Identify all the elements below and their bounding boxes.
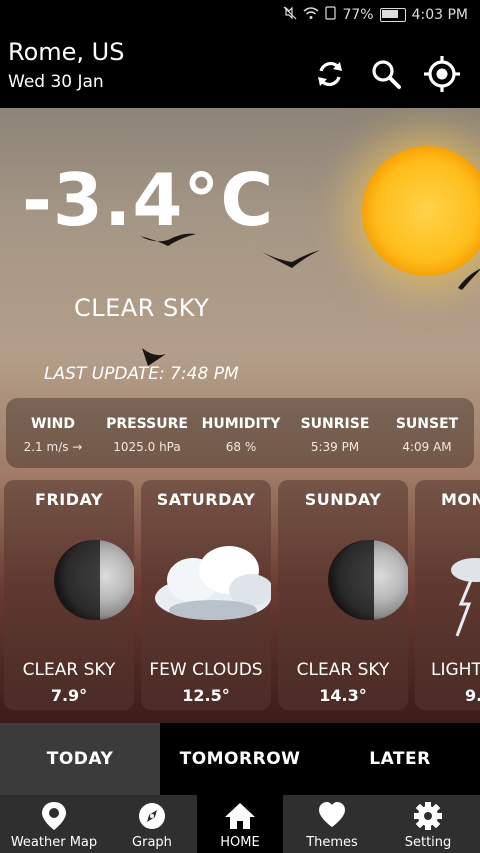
tab-later[interactable]: LATER (320, 723, 480, 795)
stat-sunset: SUNSET 4:09 AM (395, 416, 459, 454)
stat-sunrise: SUNRISE 5:39 PM (300, 416, 370, 454)
nav-weather-map[interactable]: Weather Map (6, 795, 102, 853)
home-icon (225, 803, 255, 829)
forecast-card-saturday[interactable]: SATURDAY FEW CLOUDS 12.5° (141, 480, 271, 710)
battery-percent: 77% (342, 7, 374, 23)
stat-wind: WIND 2.1 m/s → (23, 416, 83, 454)
forecast-card-monday[interactable]: MON LIGHT 9. (415, 480, 480, 710)
battery-icon (379, 8, 406, 22)
bottom-navigation: Weather Map Graph HOME Themes Setting (0, 795, 480, 853)
tab-tomorrow[interactable]: TOMORROW (160, 723, 320, 795)
moon-icon (54, 540, 134, 620)
moon-icon (328, 540, 408, 620)
locate-button[interactable] (422, 54, 462, 94)
gps-target-icon (424, 56, 460, 92)
last-update: LAST UPDATE: 7:48 PM (44, 364, 239, 384)
forecast-card-sunday[interactable]: SUNDAY CLEAR SKY 14.3° (278, 480, 408, 710)
nav-themes[interactable]: Themes (284, 795, 380, 853)
tab-today[interactable]: TODAY (0, 723, 160, 795)
forecast-card-friday[interactable]: FRIDAY CLEAR SKY 7.9° (4, 480, 134, 710)
lightning-icon (451, 558, 480, 637)
sun-icon (362, 146, 480, 276)
refresh-button[interactable] (310, 54, 350, 94)
mute-icon (283, 6, 297, 24)
forecast-list[interactable]: FRIDAY CLEAR SKY 7.9° SATURDAY FEW CLOUD… (0, 480, 480, 712)
stat-humidity: HUMIDITY 68 % (201, 416, 281, 454)
bird-icon (458, 268, 480, 290)
search-button[interactable] (366, 54, 406, 94)
cloud-icon (155, 546, 271, 620)
gear-icon (414, 802, 442, 830)
search-icon (372, 60, 401, 89)
nav-setting[interactable]: Setting (380, 795, 476, 853)
heart-icon (319, 802, 345, 827)
nav-graph[interactable]: Graph (104, 795, 200, 853)
current-condition: CLEAR SKY (74, 294, 210, 322)
current-temperature: -3.4°C (22, 158, 275, 242)
app-header: Rome, US Wed 30 Jan (0, 32, 480, 108)
clock: 4:03 PM (411, 7, 468, 23)
stat-pressure: PRESSURE 1025.0 hPa (106, 416, 188, 454)
weather-hero: -3.4°C CLEAR SKY LAST UPDATE: 7:48 PM WI… (0, 108, 480, 723)
period-tabs: TODAY TOMORROW LATER (0, 723, 480, 795)
compass-icon (139, 803, 165, 829)
refresh-icon (318, 61, 342, 87)
status-bar: 77% 4:03 PM (0, 0, 480, 32)
nav-home[interactable]: HOME (197, 795, 283, 853)
city-name: Rome, US (8, 38, 125, 66)
bird-icon (262, 250, 320, 268)
wifi-icon (303, 6, 319, 24)
map-pin-icon (42, 802, 66, 830)
sim-icon (325, 6, 337, 24)
current-date: Wed 30 Jan (8, 72, 104, 92)
current-stats-panel: WIND 2.1 m/s → PRESSURE 1025.0 hPa HUMID… (6, 398, 474, 468)
